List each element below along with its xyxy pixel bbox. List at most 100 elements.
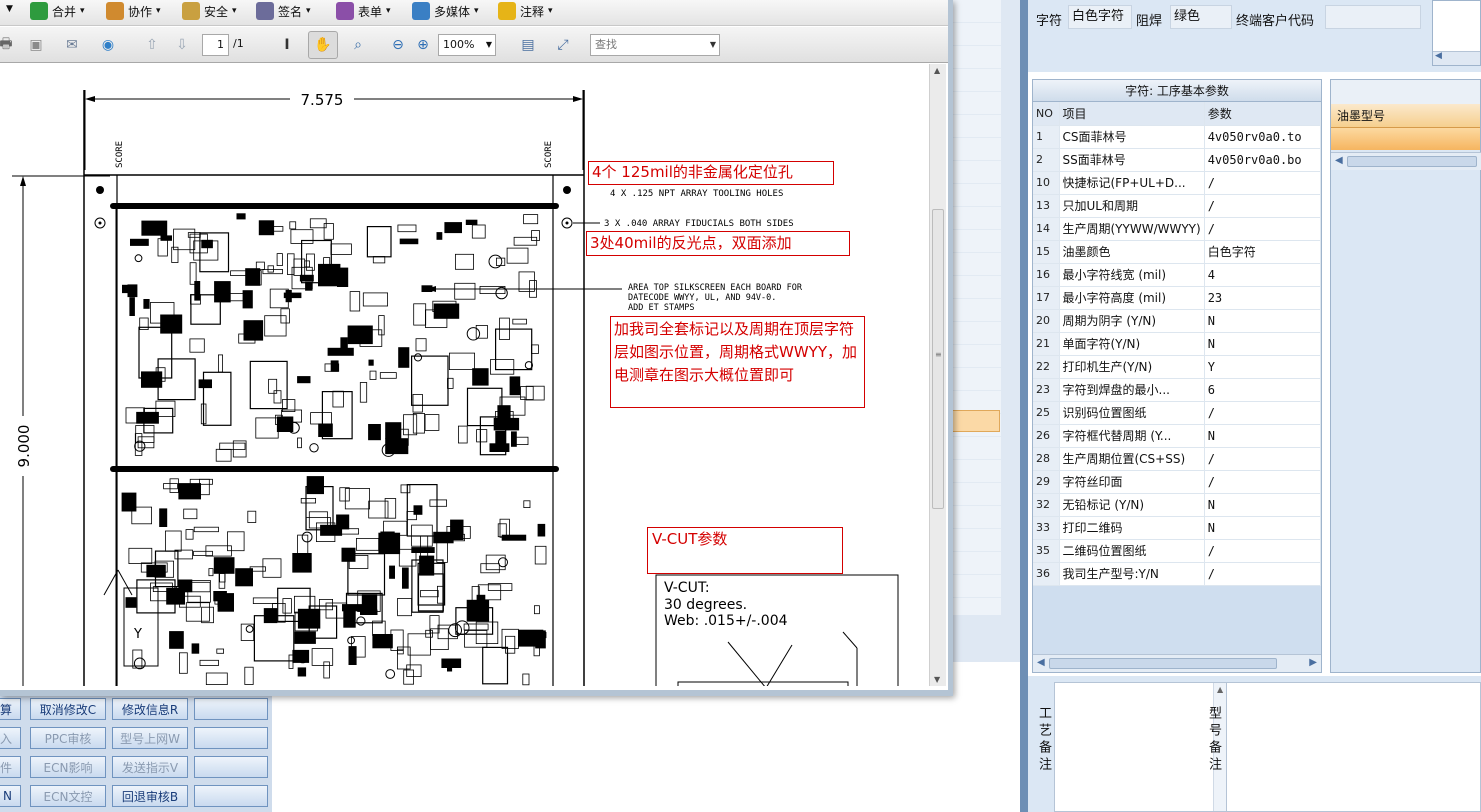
menu-item-1[interactable]: 合并 ▾ xyxy=(30,0,85,22)
cell-item: 打印机生产(Y/N) xyxy=(1059,355,1205,379)
menu-item-2[interactable]: 协作 ▾ xyxy=(106,0,161,22)
customer-code-field[interactable] xyxy=(1325,5,1421,29)
params-hscroll-thumb[interactable] xyxy=(1049,658,1277,669)
pdf-scroll-thumb[interactable]: ≡ xyxy=(932,209,944,509)
pcb-component xyxy=(318,423,333,437)
table-row[interactable]: 14 生产周期(YYWW/WWYY) / xyxy=(1033,217,1322,241)
scroll-left-icon[interactable]: ◀ xyxy=(1335,155,1343,166)
zoom-select[interactable]: 100% ▼ xyxy=(438,34,496,56)
process-remark-field[interactable]: ▲ xyxy=(1054,682,1228,812)
pcb-component xyxy=(217,599,223,607)
action-button-15[interactable]: 回退审核B xyxy=(112,785,188,807)
scroll-left-icon[interactable]: ◀ xyxy=(1037,657,1045,668)
splitter[interactable] xyxy=(1020,0,1028,812)
pcb-component xyxy=(276,253,283,267)
table-row[interactable]: 17 最小字符高度 (mil) 23 xyxy=(1033,286,1322,310)
pcb-component xyxy=(164,530,182,552)
menu-item-5[interactable]: 表单 ▾ xyxy=(336,0,391,22)
params-hscroll[interactable]: ◀ ▶ xyxy=(1033,654,1321,672)
select-text-icon[interactable]: I xyxy=(275,33,299,57)
search-input[interactable]: 查找 ▼ xyxy=(590,34,720,56)
table-row[interactable]: 33 打印二维码 N xyxy=(1033,516,1322,540)
fit-width-icon[interactable]: ⤢ xyxy=(551,33,575,57)
table-row[interactable]: 16 最小字符线宽 (mil) 4 xyxy=(1033,263,1322,287)
annotation-vcut[interactable]: V-CUT参数 xyxy=(647,527,843,574)
table-row[interactable]: 36 我司生产型号:Y/N / xyxy=(1033,562,1322,586)
action-button-16[interactable] xyxy=(194,785,268,807)
menu-item-7[interactable]: 注释 ▾ xyxy=(498,0,553,22)
action-button-2[interactable]: 取消修改C xyxy=(30,698,106,720)
scroll-down-icon[interactable]: ▼ xyxy=(934,675,940,684)
prev-page-icon[interactable]: ⇧ xyxy=(140,33,164,57)
table-row[interactable]: 35 二维码位置图纸 / xyxy=(1033,539,1322,563)
zuhan-field[interactable]: 绿色 xyxy=(1170,5,1232,29)
annotation-marking[interactable]: 加我司全套标记以及周期在顶层字符层如图示位置，周期格式WWYY，加电测章在图示大… xyxy=(610,316,865,408)
table-row[interactable]: 20 周期为阴字 (Y/N) N xyxy=(1033,309,1322,333)
ink-hscroll[interactable]: ◀ xyxy=(1331,152,1481,170)
pcb-component xyxy=(499,518,510,538)
scroll-right-icon[interactable]: ▶ xyxy=(1309,657,1317,668)
ink-hscroll-thumb[interactable] xyxy=(1347,156,1477,167)
pcb-component xyxy=(336,267,349,288)
table-row[interactable]: 29 字符丝印面 / xyxy=(1033,470,1322,494)
action-button-4[interactable] xyxy=(194,698,268,720)
page-number-input[interactable]: 1 xyxy=(202,34,229,56)
mini-list-scrollbar[interactable]: ◀ xyxy=(1433,51,1480,65)
menu-arrow-icon[interactable]: ▼ xyxy=(6,4,13,14)
menu-item-3[interactable]: 安全 ▾ xyxy=(182,0,237,22)
scroll-left-icon[interactable]: ◀ xyxy=(1435,51,1442,61)
action-button-8[interactable] xyxy=(194,727,268,749)
table-row[interactable]: 1 CS面菲林号 4v050rv0a0.to xyxy=(1033,125,1322,149)
action-button-9[interactable]: 件 xyxy=(0,756,21,778)
pcb-component xyxy=(219,442,246,450)
table-row[interactable]: 13 只加UL和周期 / xyxy=(1033,194,1322,218)
vcut-pointer xyxy=(842,631,858,649)
ink-panel-row[interactable] xyxy=(1331,128,1480,150)
email-icon[interactable]: ✉ xyxy=(60,33,84,57)
table-row[interactable]: 10 快捷标记(FP+UL+D... / xyxy=(1033,171,1322,195)
chevron-down-icon[interactable]: ▼ xyxy=(710,35,716,55)
action-button-11[interactable]: 发送指示V xyxy=(112,756,188,778)
zoom-out-icon[interactable]: ⊖ xyxy=(386,33,410,57)
fit-page-icon[interactable]: ▤ xyxy=(516,33,540,57)
hand-tool-icon[interactable]: ✋ xyxy=(308,31,338,59)
table-row[interactable]: 32 无铅标记 (Y/N) N xyxy=(1033,493,1322,517)
action-button-7[interactable]: 型号上网W xyxy=(112,727,188,749)
table-row[interactable]: 23 字符到焊盘的最小... 6 xyxy=(1033,378,1322,402)
action-button-1[interactable]: 算 xyxy=(0,698,21,720)
action-button-13[interactable]: N xyxy=(0,785,21,807)
pcb-component xyxy=(400,484,411,494)
menu-item-6[interactable]: 多媒体 ▾ xyxy=(412,0,479,22)
zifu-field[interactable]: 白色字符 xyxy=(1068,5,1132,29)
table-row[interactable]: 21 单面字符(Y/N) N xyxy=(1033,332,1322,356)
zoom-in-icon[interactable]: ⊕ xyxy=(411,33,435,57)
next-page-icon[interactable]: ⇩ xyxy=(170,33,194,57)
pcb-component xyxy=(216,648,225,654)
save-icon[interactable]: ▣ xyxy=(24,33,48,57)
table-row[interactable]: 26 字符框代替周期 (Y... N xyxy=(1033,424,1322,448)
scroll-up-icon[interactable]: ▲ xyxy=(934,66,940,75)
chevron-down-icon[interactable]: ▼ xyxy=(486,35,492,55)
action-button-5[interactable]: 入 xyxy=(0,727,21,749)
pcb-component xyxy=(413,505,423,515)
table-row[interactable]: 25 识别码位置图纸 / xyxy=(1033,401,1322,425)
pcb-component xyxy=(472,368,489,386)
print-icon[interactable]: 🖶 xyxy=(0,33,18,57)
web-icon[interactable]: ◉ xyxy=(96,33,120,57)
zoom-tool-icon[interactable]: ⌕ xyxy=(346,33,370,57)
action-button-14[interactable]: ECN文控 xyxy=(30,785,106,807)
model-remark-field[interactable] xyxy=(1226,682,1481,812)
menu-item-4[interactable]: 签名 ▾ xyxy=(256,0,311,22)
table-row[interactable]: 22 打印机生产(Y/N) Y xyxy=(1033,355,1322,379)
annotation-fiducials[interactable]: 3处40mil的反光点，双面添加 xyxy=(586,231,850,256)
table-row[interactable]: 2 SS面菲林号 4v050rv0a0.bo xyxy=(1033,148,1322,172)
action-button-6[interactable]: PPC审核 xyxy=(30,727,106,749)
action-button-12[interactable] xyxy=(194,756,268,778)
action-button-3[interactable]: 修改信息R xyxy=(112,698,188,720)
table-row[interactable]: 15 油墨颜色 白色字符 xyxy=(1033,240,1322,264)
annotation-tooling-holes[interactable]: 4个 125mil的非金属化定位孔 xyxy=(588,161,834,185)
pdf-vertical-scrollbar[interactable]: ▲ ≡ ▼ xyxy=(929,64,946,686)
action-button-10[interactable]: ECN影响 xyxy=(30,756,106,778)
scroll-up-icon[interactable]: ▲ xyxy=(1217,685,1223,694)
table-row[interactable]: 28 生产周期位置(CS+SS) / xyxy=(1033,447,1322,471)
